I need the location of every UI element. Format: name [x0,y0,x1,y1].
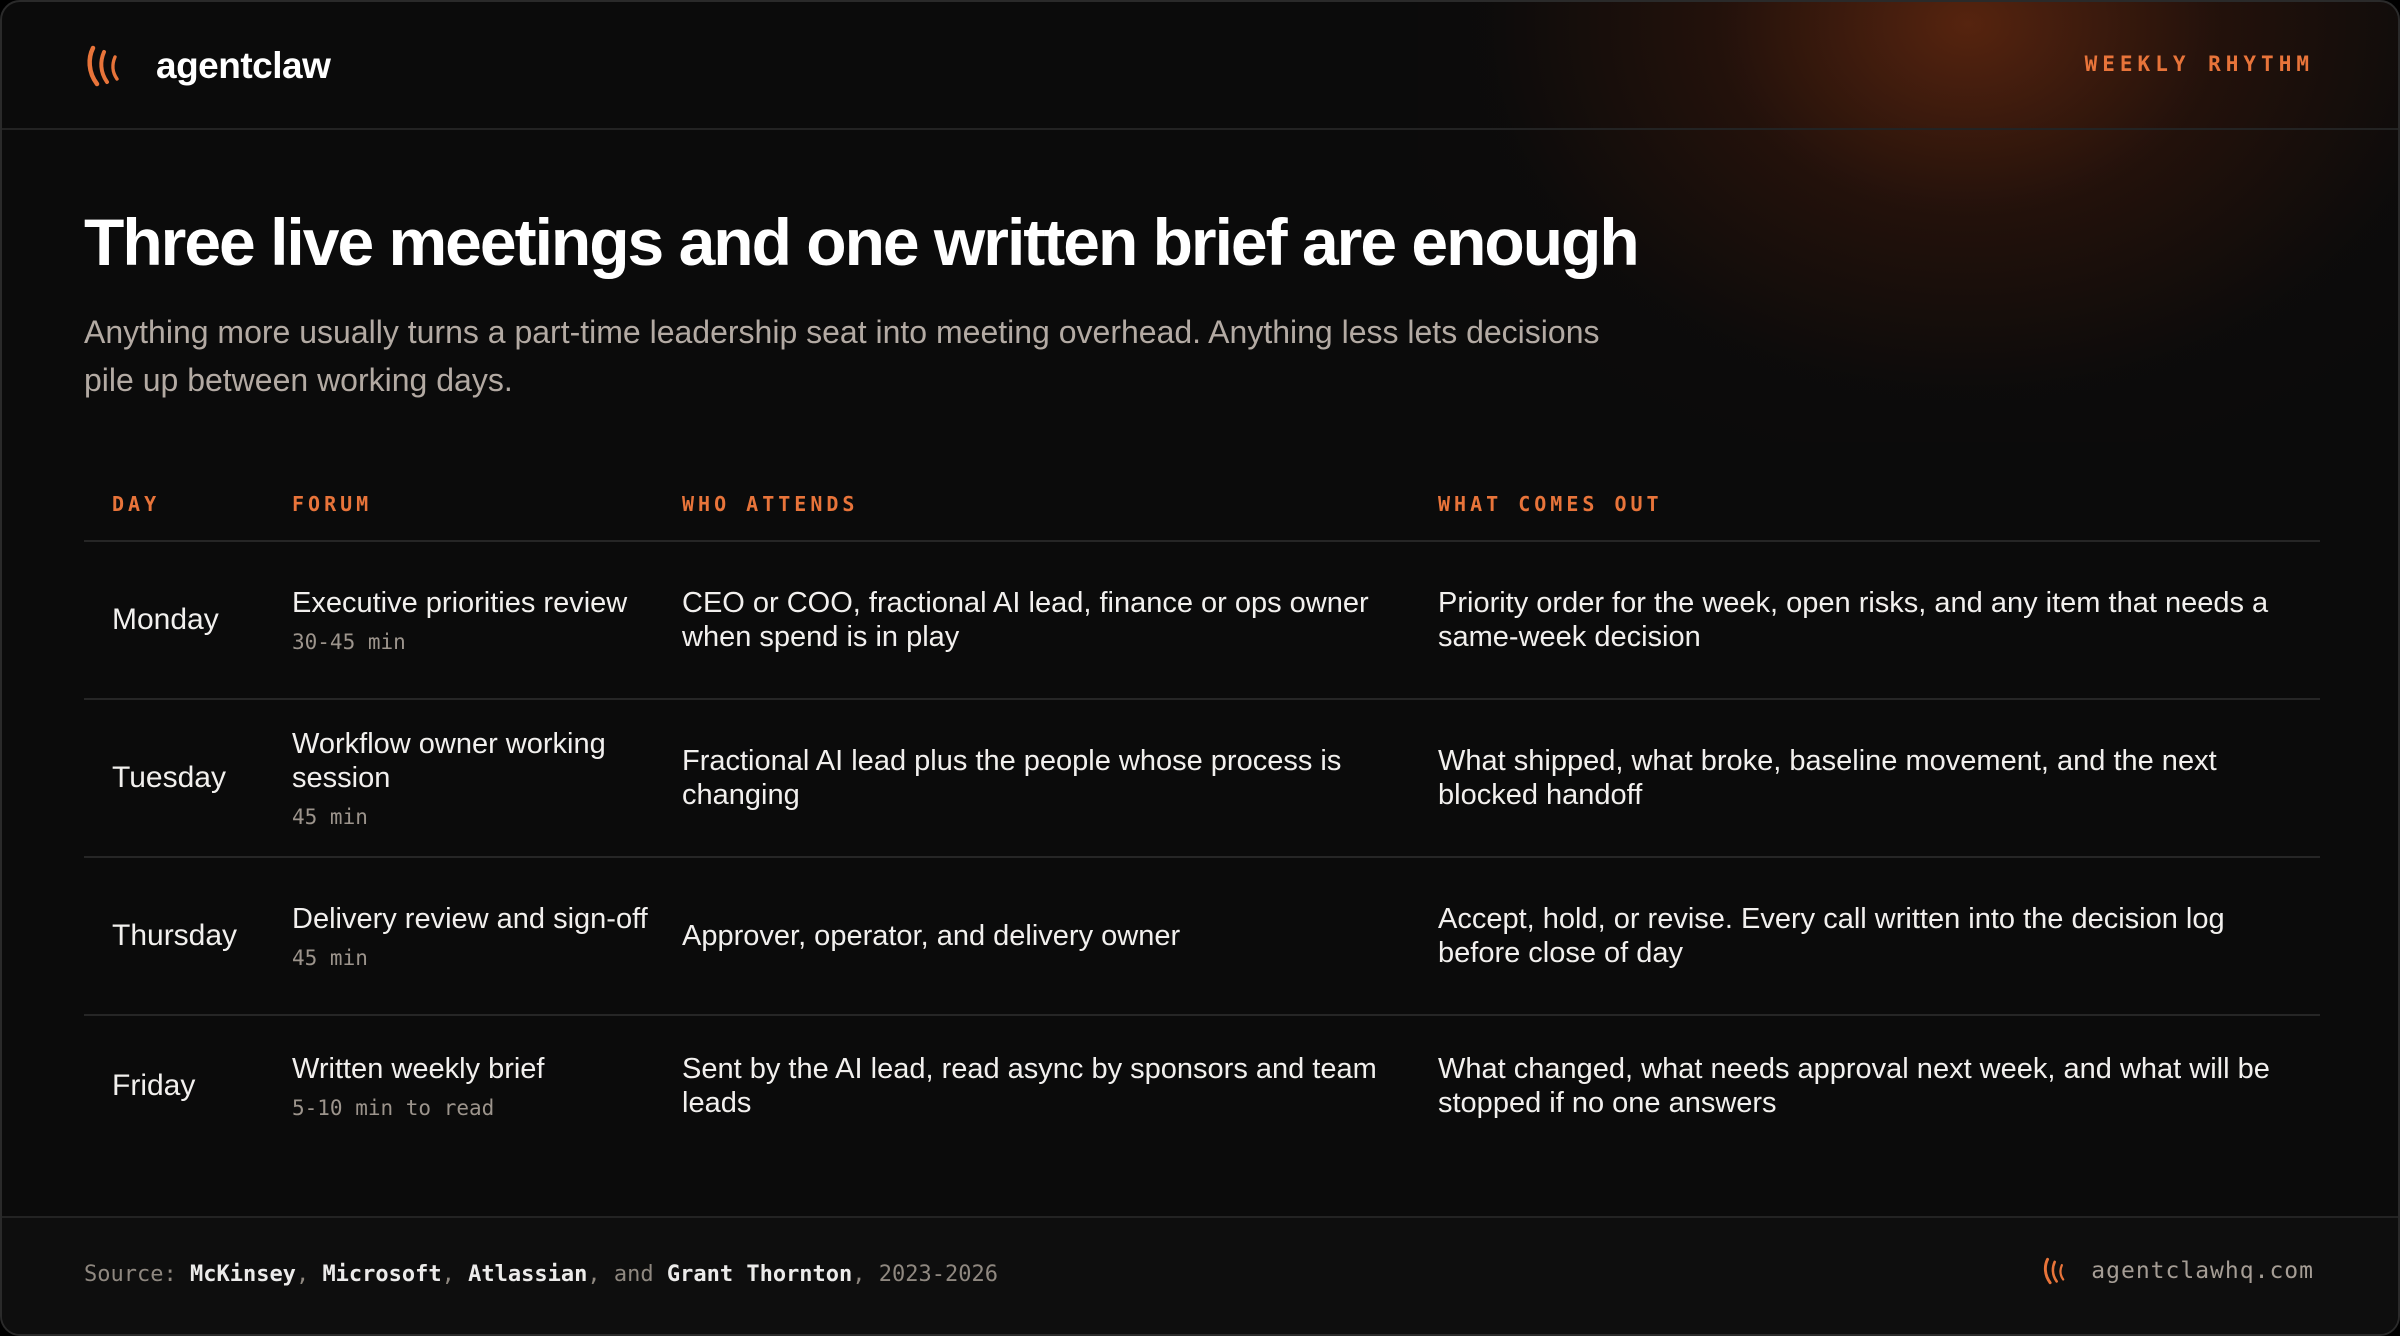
brand-logo: agentclaw [86,38,331,94]
forum-cell: Workflow owner working session 45 min [292,700,662,856]
output-text: Priority order for the week, open risks,… [1438,587,2269,653]
column-header-day: DAY [112,492,161,516]
attendees-cell: Fractional AI lead plus the people whose… [682,700,1402,856]
day-cell: Monday [112,542,282,698]
source-name: Microsoft [322,1262,442,1287]
footer: Source: McKinsey, Microsoft, Atlassian, … [2,1216,2398,1334]
brand-name: agentclaw [156,45,331,86]
source-separator: , [441,1262,455,1287]
source-separator: , and [587,1262,654,1287]
forum-duration: 30-45 min [292,630,406,654]
output-cell: Priority order for the week, open risks,… [1438,542,2298,698]
claw-marks-icon [2044,1257,2065,1285]
website-url: agentclawhq.com [2091,1258,2314,1284]
schedule-table: DAY FORUM WHO ATTENDS WHAT COMES OUT Mon… [84,470,2320,1156]
output-cell: Accept, hold, or revise. Every call writ… [1438,858,2298,1014]
day-label: Tuesday [112,761,226,794]
header: agentclaw WEEKLY RHYTHM [2,2,2398,130]
page-title: Three live meetings and one written brie… [84,205,1640,279]
forum-name: Written weekly brief [292,1053,545,1085]
output-cell: What changed, what needs approval next w… [1438,1016,2298,1156]
output-text: What changed, what needs approval next w… [1438,1053,2270,1119]
attendees-text: CEO or COO, fractional AI lead, finance … [682,587,1369,653]
table-row: Friday Written weekly brief 5-10 min to … [84,1016,2320,1156]
source-label: Source: [84,1262,177,1287]
page-subtitle: Anything more usually turns a part-time … [84,314,1600,398]
slide-frame: agentclaw WEEKLY RHYTHM Three live meeti… [0,0,2400,1336]
forum-cell: Written weekly brief 5-10 min to read [292,1016,662,1156]
table-row: Thursday Delivery review and sign-off 45… [84,858,2320,1016]
output-cell: What shipped, what broke, baseline movem… [1438,700,2298,856]
table-row: Tuesday Workflow owner working session 4… [84,700,2320,858]
forum-name: Delivery review and sign-off [292,903,648,935]
source-name: Grant Thornton [666,1262,853,1287]
column-header-forum: FORUM [292,492,373,516]
forum-duration: 45 min [292,946,368,970]
forum-duration: 45 min [292,805,368,829]
table-header: DAY FORUM WHO ATTENDS WHAT COMES OUT [84,470,2320,542]
forum-cell: Executive priorities review 30-45 min [292,542,662,698]
forum-name: Executive priorities review [292,587,628,619]
day-label: Friday [112,1069,196,1102]
day-cell: Thursday [112,858,282,1014]
column-header-what-comes-out: WHAT COMES OUT [1438,492,1663,516]
attendees-cell: Approver, operator, and delivery owner [682,858,1402,1014]
attendees-text: Sent by the AI lead, read async by spons… [682,1053,1377,1119]
day-cell: Tuesday [112,700,282,856]
forum-cell: Delivery review and sign-off 45 min [292,858,662,1014]
source-citation: Source: McKinsey, Microsoft, Atlassian, … [84,1262,998,1287]
day-cell: Friday [112,1016,282,1156]
output-text: Accept, hold, or revise. Every call writ… [1438,903,2225,969]
day-label: Thursday [112,919,238,952]
website-link[interactable]: agentclawhq.com [2043,1256,2314,1286]
output-text: What shipped, what broke, baseline movem… [1438,745,2217,811]
forum-duration: 5-10 min to read [292,1096,495,1120]
forum-name: Workflow owner working session [292,728,606,794]
attendees-text: Fractional AI lead plus the people whose… [682,745,1342,811]
source-name: Atlassian [468,1262,588,1287]
source-name: McKinsey [189,1262,296,1287]
attendees-cell: Sent by the AI lead, read async by spons… [682,1016,1402,1156]
attendees-text: Approver, operator, and delivery owner [682,920,1181,952]
table-row: Monday Executive priorities review 30-45… [84,542,2320,700]
source-years: , 2023-2026 [852,1262,998,1287]
source-separator: , [295,1262,310,1287]
day-label: Monday [112,603,219,636]
attendees-cell: CEO or COO, fractional AI lead, finance … [682,542,1402,698]
section-tag: WEEKLY RHYTHM [2084,52,2314,76]
claw-marks-icon [87,45,119,87]
column-header-who-attends: WHO ATTENDS [682,492,859,516]
